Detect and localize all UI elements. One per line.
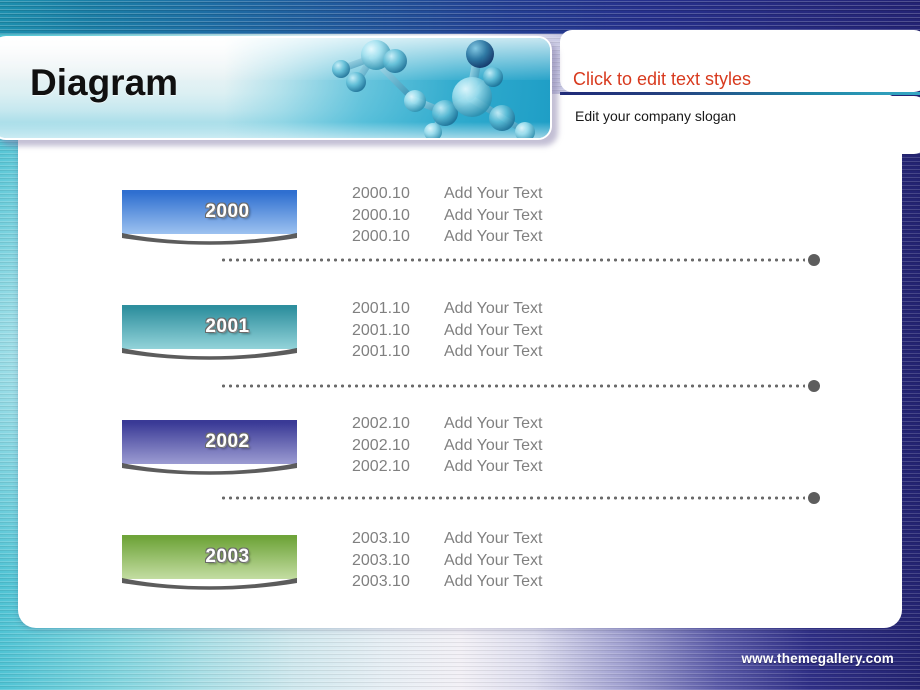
- entry-row[interactable]: 2000.10 Add Your Text: [352, 183, 682, 205]
- year-banner[interactable]: 2003: [122, 535, 297, 590]
- entry-date: 2002.10: [352, 415, 410, 432]
- entry-row[interactable]: 2002.10 Add Your Text: [352, 456, 682, 478]
- entry-date: 2000.10: [352, 206, 410, 224]
- entry-row[interactable]: 2003.10 Add Your Text: [352, 571, 682, 593]
- year-label: 2001: [205, 316, 250, 337]
- panel-divider: [560, 92, 920, 95]
- separator-dotted-line: [220, 496, 805, 500]
- entry-row[interactable]: 2002.10 Add Your Text: [352, 435, 682, 457]
- separator-dotted-line: [220, 258, 805, 262]
- dotted-separator: [220, 254, 820, 266]
- entry-text: Add Your Text: [444, 551, 543, 569]
- entry-text: Add Your Text: [444, 343, 543, 360]
- year-banner[interactable]: 2001: [122, 305, 297, 360]
- entry-text: Add Your Text: [444, 458, 543, 475]
- molecule-icon: [332, 40, 535, 138]
- dotted-separator: [220, 492, 820, 504]
- entry-text: Add Your Text: [444, 228, 543, 245]
- entry-date: 2000.10: [352, 185, 410, 202]
- entry-text: Add Your Text: [444, 573, 543, 590]
- entry-text: Add Your Text: [444, 185, 543, 202]
- entry-text: Add Your Text: [444, 436, 543, 454]
- entry-row[interactable]: 2003.10 Add Your Text: [352, 550, 682, 572]
- year-label: 2002: [205, 431, 250, 452]
- entry-text: Add Your Text: [444, 321, 543, 339]
- entry-date: 2001.10: [352, 300, 410, 317]
- entry-list: 2002.10 Add Your Text 2002.10 Add Your Text…: [352, 413, 682, 478]
- entry-row[interactable]: 2001.10 Add Your Text: [352, 320, 682, 342]
- entry-row[interactable]: 2001.10 Add Your Text: [352, 341, 682, 363]
- entry-date: 2003.10: [352, 530, 410, 547]
- entry-text: Add Your Text: [444, 415, 543, 432]
- entry-row[interactable]: 2000.10 Add Your Text: [352, 226, 682, 248]
- entry-list: 2003.10 Add Your Text 2003.10 Add Your Text…: [352, 528, 682, 593]
- entry-date: 2001.10: [352, 321, 410, 339]
- dotted-separator: [220, 380, 820, 392]
- entry-date: 2002.10: [352, 458, 410, 475]
- edit-text-styles-placeholder[interactable]: Click to edit text styles: [573, 69, 751, 90]
- header-bar: Diagram: [0, 36, 562, 146]
- company-slogan-placeholder[interactable]: Edit your company slogan: [575, 108, 736, 124]
- year-label: 2003: [205, 546, 250, 567]
- top-band-stripes: [0, 0, 920, 34]
- year-banner[interactable]: 2002: [122, 420, 297, 475]
- banner-drop-shadow: [122, 348, 297, 362]
- slogan-panel: [560, 96, 920, 154]
- separator-dotted-line: [220, 384, 805, 388]
- footer-url[interactable]: www.themegallery.com: [741, 651, 894, 666]
- entry-list: 2000.10 Add Your Text 2000.10 Add Your Text…: [352, 183, 682, 248]
- entry-date: 2000.10: [352, 228, 410, 245]
- entry-row[interactable]: 2000.10 Add Your Text: [352, 205, 682, 227]
- year-banner[interactable]: 2000: [122, 190, 297, 245]
- entry-text: Add Your Text: [444, 206, 543, 224]
- separator-end-dot: [808, 254, 820, 266]
- entry-row[interactable]: 2003.10 Add Your Text: [352, 528, 682, 550]
- entry-row[interactable]: 2001.10 Add Your Text: [352, 298, 682, 320]
- year-label: 2000: [205, 201, 250, 222]
- page-title: Diagram: [30, 62, 179, 103]
- entry-text: Add Your Text: [444, 530, 543, 547]
- entry-text: Add Your Text: [444, 300, 543, 317]
- entry-date: 2001.10: [352, 343, 410, 360]
- separator-end-dot: [808, 492, 820, 504]
- entry-date: 2002.10: [352, 436, 410, 454]
- slide: Click to edit text styles Edit your comp…: [0, 0, 920, 690]
- banner-drop-shadow: [122, 233, 297, 247]
- top-band: [0, 0, 920, 34]
- banner-drop-shadow: [122, 463, 297, 477]
- entry-list: 2001.10 Add Your Text 2001.10 Add Your Text…: [352, 298, 682, 363]
- entry-row[interactable]: 2002.10 Add Your Text: [352, 413, 682, 435]
- entry-date: 2003.10: [352, 551, 410, 569]
- banner-drop-shadow: [122, 578, 297, 592]
- separator-end-dot: [808, 380, 820, 392]
- entry-date: 2003.10: [352, 573, 410, 590]
